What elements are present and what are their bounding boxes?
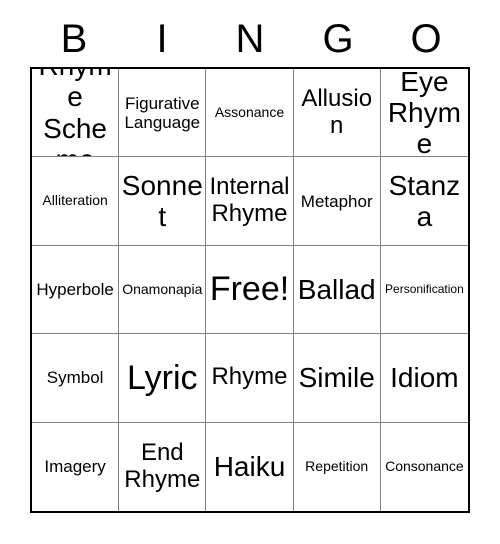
bingo-cell[interactable]: Allusion: [293, 69, 381, 158]
bingo-cell[interactable]: Haiku: [206, 422, 294, 511]
bingo-header: BINGO: [30, 10, 470, 67]
bingo-cell[interactable]: Alliteration: [32, 157, 120, 246]
bingo-cell[interactable]: Symbol: [32, 334, 120, 423]
bingo-cell-label: Ballad: [297, 273, 376, 305]
bingo-cell-label: Internal Rhyme: [209, 173, 290, 228]
bingo-cell[interactable]: End Rhyme: [119, 422, 207, 511]
bingo-header-letter-1: I: [156, 16, 168, 61]
bingo-cell-label: End Rhyme: [124, 438, 201, 493]
bingo-cell-label: Sonnet: [121, 169, 203, 233]
bingo-cell-label: Symbol: [46, 368, 104, 388]
bingo-cell-label: Figurative Language: [124, 93, 201, 132]
bingo-cell-label: Imagery: [44, 457, 106, 477]
bingo-cell-label: Assonance: [214, 103, 285, 120]
bingo-cell[interactable]: Imagery: [32, 422, 120, 511]
bingo-cell[interactable]: Figurative Language: [119, 69, 207, 158]
bingo-header-letter-3: G: [322, 16, 354, 61]
bingo-cell-label: Rhyme: [211, 363, 288, 391]
bingo-cell-label: Repetition: [305, 457, 369, 474]
bingo-cell[interactable]: Simile: [293, 334, 381, 423]
bingo-cell[interactable]: Assonance: [206, 69, 294, 158]
bingo-cell[interactable]: Sonnet: [119, 157, 207, 246]
bingo-header-letter-2: N: [235, 16, 265, 61]
bingo-cell-label: Metaphor: [300, 191, 373, 211]
bingo-cell[interactable]: Lyric: [119, 334, 207, 423]
bingo-cell[interactable]: Personification: [380, 245, 468, 335]
bingo-header-letter-0: B: [60, 16, 88, 61]
bingo-cell[interactable]: Consonance: [380, 422, 468, 511]
bingo-cell-label: Idiom: [390, 362, 459, 394]
bingo-cell-label: Hyperbole: [36, 279, 114, 299]
bingo-cell-label: Free!: [209, 270, 290, 309]
bingo-cell[interactable]: Idiom: [380, 334, 468, 423]
bingo-cell[interactable]: Rhyme Scheme: [32, 69, 120, 158]
bingo-cell[interactable]: Rhyme: [206, 334, 294, 423]
bingo-cell-label: Lyric: [127, 358, 198, 397]
bingo-cell-label: Personification: [385, 281, 464, 296]
bingo-cell-label: Stanza: [388, 169, 461, 233]
bingo-cell-label: Consonance: [385, 457, 464, 474]
bingo-cell[interactable]: Repetition: [293, 422, 381, 511]
bingo-cell-label: Simile: [298, 362, 375, 394]
bingo-cell-label: Alliteration: [42, 192, 108, 209]
bingo-cell[interactable]: Metaphor: [293, 157, 381, 246]
bingo-cell[interactable]: Eye Rhyme: [380, 69, 468, 158]
bingo-cell[interactable]: Ballad: [293, 245, 381, 335]
bingo-cell[interactable]: Onamonapia: [119, 245, 207, 335]
bingo-free-space-cell[interactable]: Free!: [206, 245, 294, 335]
bingo-card: B I N G O Rhyme Scheme Figurative Language Ass…: [0, 0, 500, 544]
bingo-cell-label: Eye Rhyme: [387, 69, 461, 158]
bingo-cell-label: Haiku: [213, 451, 286, 483]
bingo-cell-label: Onamonapia: [122, 280, 203, 297]
bingo-cell[interactable]: Hyperbole: [32, 245, 120, 335]
bingo-header-letter-4: O: [410, 16, 442, 61]
bingo-cell[interactable]: Stanza: [380, 157, 468, 246]
bingo-cell-label: Rhyme Scheme: [39, 69, 112, 156]
bingo-grid: Rhyme Scheme Figurative Language Assonance…: [30, 67, 470, 513]
bingo-cell-label: Allusion: [301, 84, 373, 139]
bingo-cell[interactable]: Internal Rhyme: [206, 157, 294, 246]
